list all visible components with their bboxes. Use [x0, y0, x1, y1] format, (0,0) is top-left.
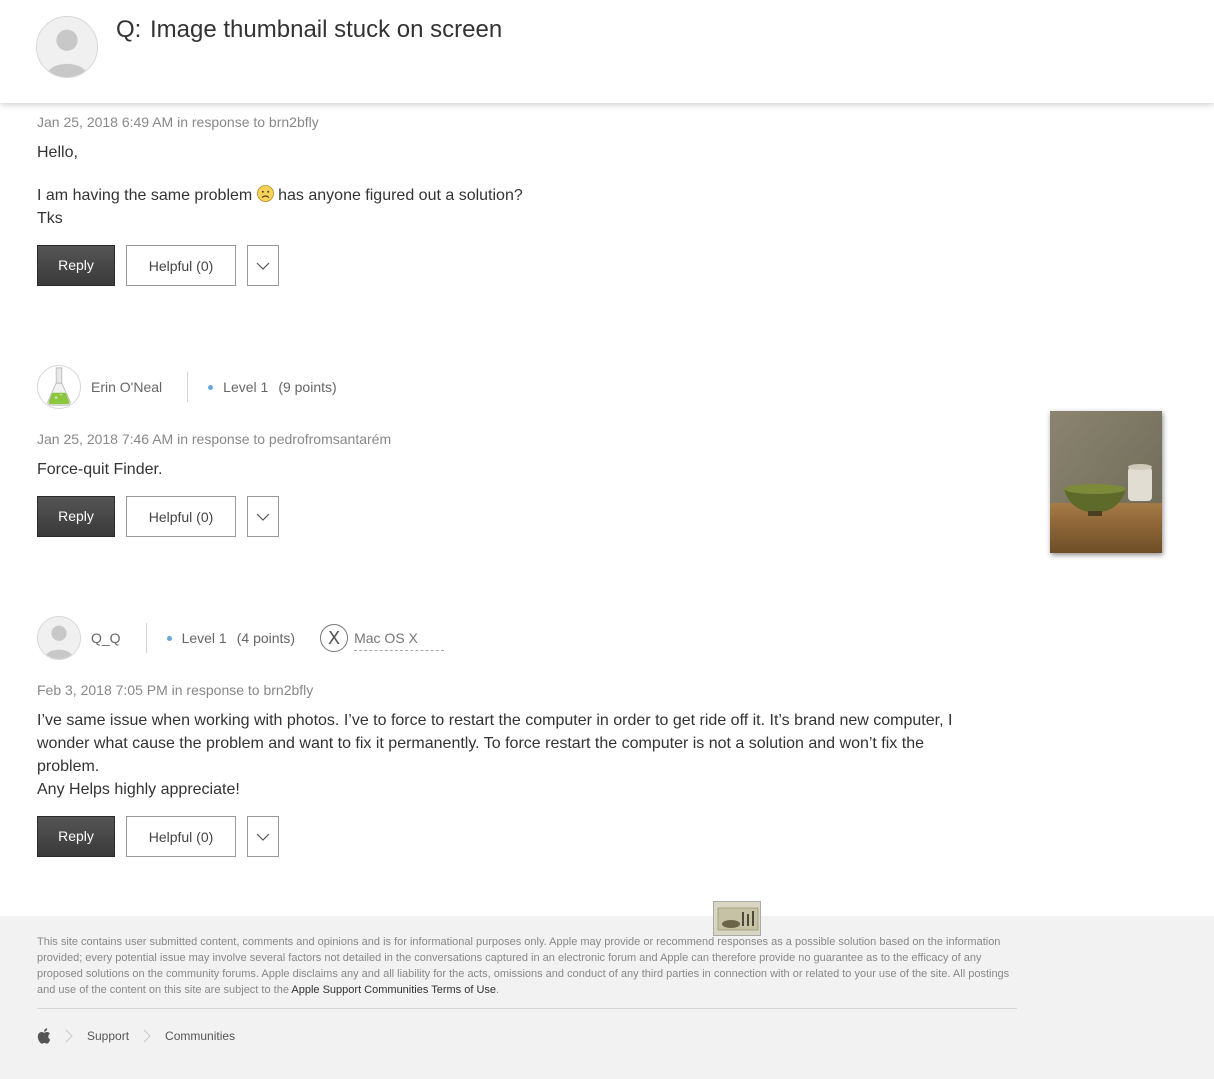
os-label: Mac OS X: [354, 630, 445, 651]
author-name[interactable]: Q_Q: [91, 630, 121, 646]
post-text-line: Force-quit Finder.: [37, 461, 163, 478]
user-points: (4 points): [236, 630, 296, 646]
os-label-text: Mac OS X: [354, 630, 418, 646]
chevron-down-icon: [256, 262, 270, 270]
apple-logo-icon[interactable]: [37, 1028, 51, 1044]
turntable-photo-image: [714, 902, 760, 935]
chevron-down-icon: [256, 833, 270, 841]
post-meta: Jan 25, 2018 6:49 AM in response to brn2…: [37, 114, 319, 130]
author-name[interactable]: Erin O'Neal: [91, 379, 162, 395]
author-divider: [145, 623, 147, 653]
breadcrumb-communities[interactable]: Communities: [165, 1029, 235, 1043]
question-title: Q: Image thumbnail stuck on screen: [116, 16, 502, 44]
user-level: Level 1: [181, 630, 227, 646]
bowl-photo-image: [1050, 411, 1162, 553]
post-meta: Feb 3, 2018 7:05 PM in response to brn2b…: [37, 682, 314, 698]
sad-face-icon: [256, 185, 274, 202]
chevron-right-icon: [65, 1029, 73, 1043]
post-text-line: wonder what cause the problem and want t…: [37, 735, 924, 752]
floating-image-thumbnail[interactable]: [1050, 411, 1162, 553]
author-divider: [187, 372, 189, 402]
asker-avatar[interactable]: [36, 16, 98, 78]
post-meta: Jan 25, 2018 7:46 AM in response to pedr…: [37, 431, 392, 447]
level-dot-icon: [208, 384, 214, 390]
flask-avatar-icon: [38, 366, 80, 408]
post-text-line: I am having the same problem has anyone …: [37, 184, 523, 207]
post-text-line: problem.: [37, 758, 100, 775]
disclaimer-text: This site contains user submitted conten…: [37, 936, 1010, 996]
breadcrumb-support[interactable]: Support: [87, 1029, 129, 1043]
disclaimer-end: .: [496, 984, 500, 996]
level-dot-icon: [166, 635, 172, 641]
post-author: Q_Q Level 1 (4 points) X Mac OS X: [37, 616, 445, 660]
post-author: Erin O'Neal Level 1 (9 points): [37, 365, 337, 409]
footer-disclaimer: This site contains user submitted conten…: [37, 934, 1017, 998]
more-actions-button[interactable]: [247, 245, 279, 286]
default-user-icon: [37, 17, 97, 77]
os-label-underline: [354, 650, 445, 651]
reply-button[interactable]: Reply: [37, 245, 115, 286]
terms-of-use-link[interactable]: Apple Support Communities Terms of Use: [291, 984, 496, 996]
question-label: Q:: [116, 16, 142, 43]
post-text-line: Tks: [37, 210, 63, 227]
breadcrumb: Support Communities: [37, 1028, 235, 1044]
footer-divider: [37, 1008, 1017, 1009]
chevron-down-icon: [256, 513, 270, 521]
post-text-line: Hello,: [37, 144, 78, 161]
helpful-button[interactable]: Helpful (0): [126, 496, 236, 537]
post-text-fragment: has anyone figured out a solution?: [278, 187, 523, 204]
author-avatar[interactable]: [37, 365, 81, 409]
question-header: Q: Image thumbnail stuck on screen: [0, 0, 1214, 103]
helpful-button[interactable]: Helpful (0): [126, 816, 236, 857]
small-image-thumbnail[interactable]: [713, 901, 761, 936]
chevron-right-icon: [143, 1029, 151, 1043]
more-actions-button[interactable]: [247, 816, 279, 857]
mac-os-x-icon: X: [320, 624, 349, 652]
default-user-icon: [38, 617, 80, 659]
user-points: (9 points): [278, 379, 337, 395]
reply-button[interactable]: Reply: [37, 496, 115, 537]
user-level: Level 1: [223, 379, 269, 395]
more-actions-button[interactable]: [247, 496, 279, 537]
os-badge: X Mac OS X: [320, 624, 445, 652]
reply-button[interactable]: Reply: [37, 816, 115, 857]
post-text-line: I’ve same issue when working with photos…: [37, 712, 953, 729]
author-avatar[interactable]: [37, 616, 81, 660]
page-footer: This site contains user submitted conten…: [0, 916, 1214, 1079]
helpful-button[interactable]: Helpful (0): [126, 245, 236, 286]
question-title-text: Image thumbnail stuck on screen: [150, 16, 503, 43]
post-text-fragment: I am having the same problem: [37, 187, 253, 204]
post-text-line: Any Helps highly appreciate!: [37, 781, 240, 798]
